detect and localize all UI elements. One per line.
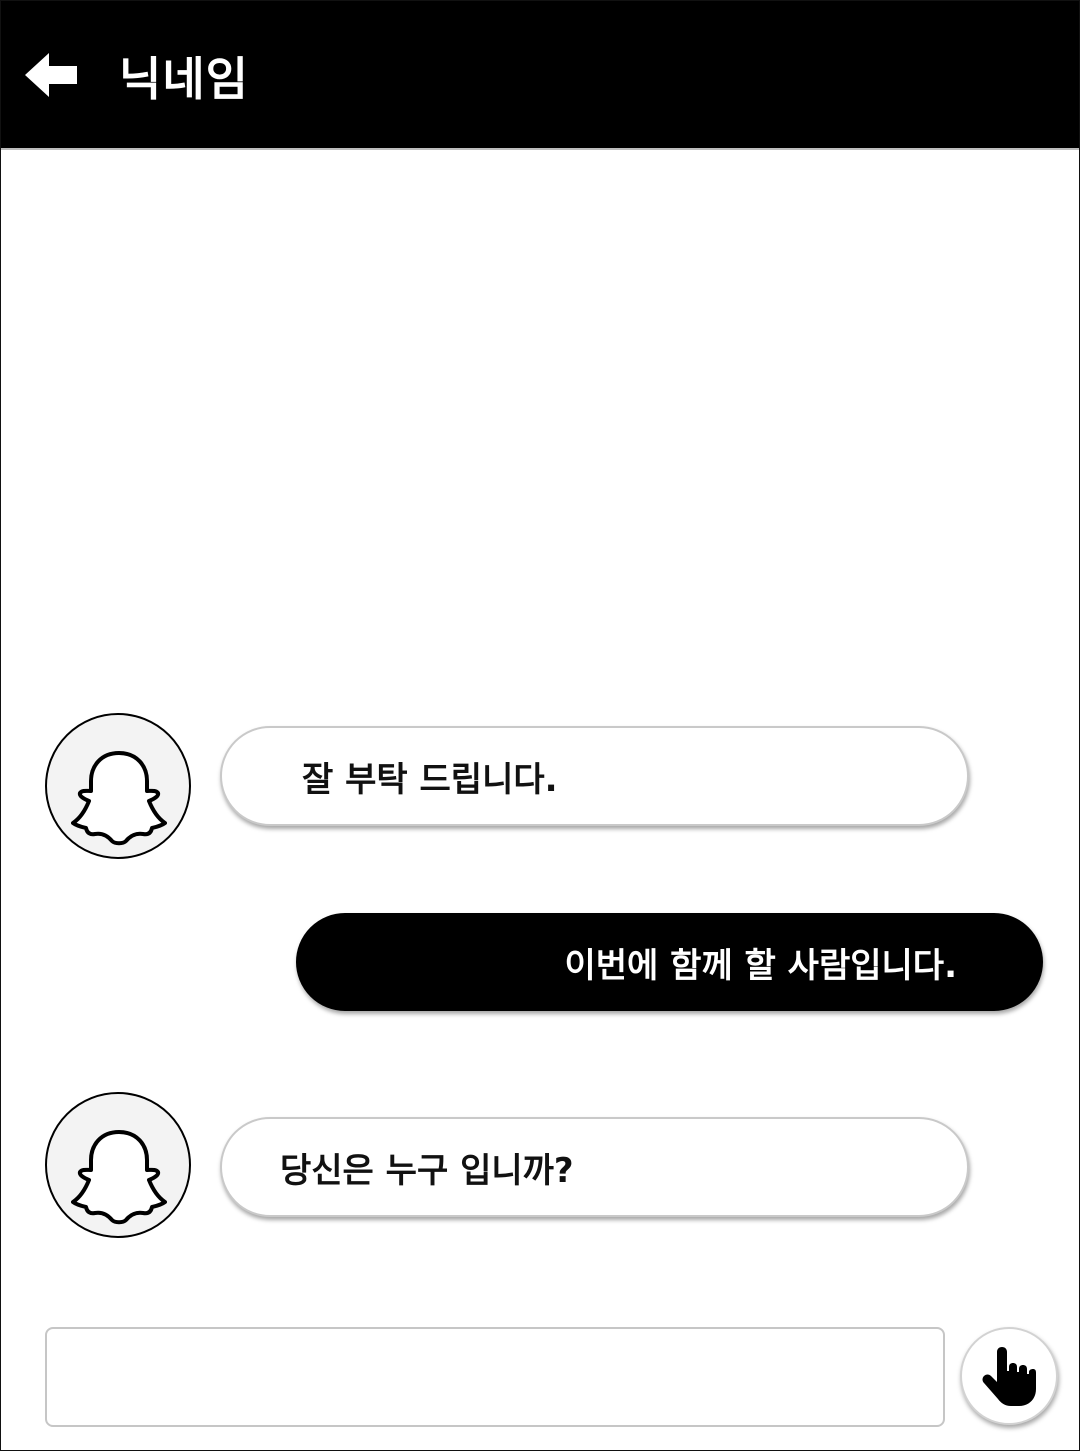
message-bubble-incoming: 잘 부탁 드립니다. bbox=[220, 726, 969, 826]
back-arrow-icon bbox=[25, 53, 77, 97]
message-input[interactable] bbox=[45, 1327, 945, 1427]
back-button[interactable] bbox=[21, 49, 85, 105]
avatar bbox=[45, 713, 191, 859]
message-bubble-outgoing: 이번에 함께 할 사람입니다. bbox=[296, 913, 1043, 1011]
message-text: 당신은 누구 입니까? bbox=[280, 1150, 574, 1191]
chat-screen: 닉네임 잘 부탁 드립니다. 이번에 함께 할 사람입니다. 당신은 누구 입니… bbox=[0, 0, 1080, 1451]
send-button[interactable] bbox=[960, 1327, 1058, 1425]
message-bubble-incoming: 당신은 누구 입니까? bbox=[220, 1117, 969, 1217]
app-header: 닉네임 bbox=[1, 1, 1079, 150]
ghost-icon bbox=[71, 1130, 167, 1225]
message-text: 잘 부탁 드립니다. bbox=[302, 759, 558, 800]
ghost-icon bbox=[71, 751, 167, 846]
page-title: 닉네임 bbox=[119, 52, 249, 106]
message-text: 이번에 함께 할 사람입니다. bbox=[564, 945, 957, 986]
pointing-hand-icon bbox=[982, 1347, 1036, 1406]
avatar bbox=[45, 1092, 191, 1238]
